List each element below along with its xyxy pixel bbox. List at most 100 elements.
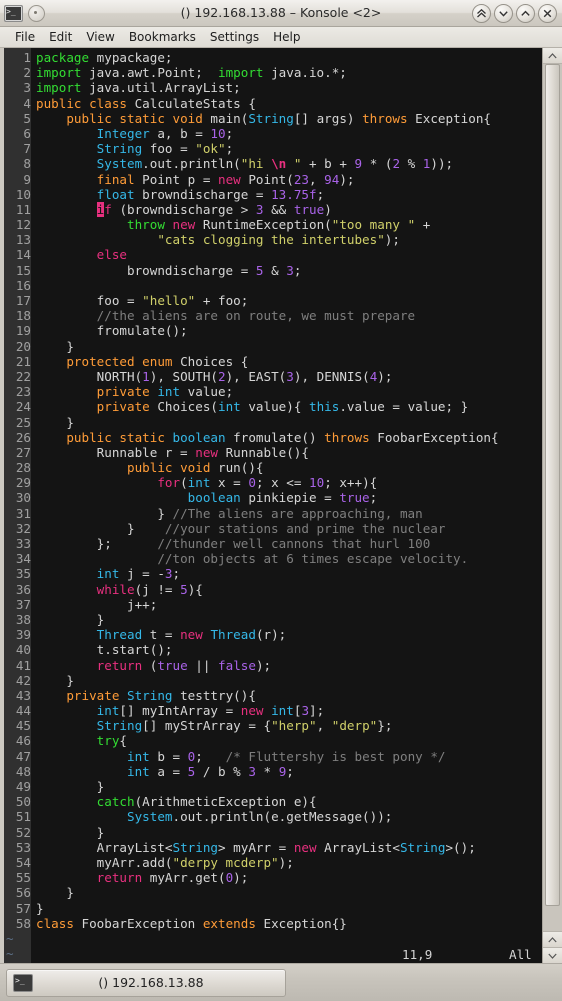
line-source: String foo = "ok"; (31, 141, 234, 156)
window-titlebar[interactable]: () 192.168.13.88 – Konsole <2> (0, 0, 562, 27)
maximize-button[interactable] (516, 3, 535, 23)
line-number: 19 (15, 323, 31, 339)
token: 3 (248, 763, 256, 779)
pin-icon[interactable] (28, 4, 45, 22)
vim-editor[interactable]: 1 package mypackage; 2 import java.awt.Poin… (4, 48, 542, 963)
code-line: 19 fromulate(); (4, 323, 542, 338)
line-source: } (31, 673, 74, 688)
token: catch (96, 794, 135, 810)
line-source: fromulate(); (31, 323, 188, 338)
token: ); (255, 657, 272, 673)
menu-view[interactable]: View (79, 28, 121, 47)
code-line: 30 boolean pinkiepie = true; (4, 490, 542, 505)
empty-buffer-line: ~ (4, 931, 542, 946)
token: ; (172, 566, 181, 582)
line-number: 54 (15, 854, 31, 870)
token: package (36, 50, 90, 65)
token: 2 (218, 368, 226, 384)
line-number: 46 (15, 733, 31, 749)
token: (j != (134, 581, 181, 597)
line-number: 34 (15, 551, 31, 567)
token: private (96, 384, 150, 400)
window-controls (472, 0, 557, 26)
line-number: 35 (15, 566, 31, 582)
code-line: 7 String foo = "ok"; (4, 141, 542, 156)
line-source: throw new RuntimeException("too many " + (31, 217, 430, 232)
token: Thread (210, 627, 256, 643)
line-number: 3 (23, 80, 31, 96)
line-number: 18 (15, 308, 31, 324)
line-source: NORTH(1), SOUTH(2), EAST(3), DENNIS(4); (31, 368, 393, 384)
token: "herp" (271, 718, 317, 734)
scrollbar-track[interactable] (543, 64, 562, 931)
line-source: } (31, 824, 105, 840)
code-line: 22 NORTH(1), SOUTH(2), EAST(3), DENNIS(4… (4, 369, 542, 384)
line-source: private int value; (31, 384, 234, 400)
token: 9 (354, 156, 363, 172)
token: import (36, 65, 82, 81)
token: Choices { (172, 353, 249, 369)
line-number: 7 (23, 141, 31, 157)
line-source: String[] myStrArray = {"herp", "derp"}; (31, 718, 393, 734)
menu-bookmarks[interactable]: Bookmarks (122, 28, 203, 47)
vertical-scrollbar[interactable] (542, 48, 562, 963)
line-number: 28 (15, 460, 31, 476)
menu-file[interactable]: File (8, 28, 42, 47)
line-source: int b = 0; /* Fluttershy is best pony */ (31, 749, 446, 764)
code-line: 26 public static boolean fromulate() thr… (4, 430, 542, 445)
line-source: } (31, 415, 74, 430)
line-source: public static boolean fromulate() throws… (31, 429, 498, 445)
scroll-buttons-bottom (543, 931, 562, 963)
line-number: 44 (15, 703, 31, 719)
line-source: catch(ArithmeticException e){ (31, 794, 317, 809)
token: Exception{ (407, 110, 491, 126)
code-line: 56 } (4, 885, 542, 900)
taskbar-window-button[interactable]: () 192.168.13.88 (6, 968, 286, 997)
token: boolean (172, 429, 226, 445)
token: Point p = (134, 171, 218, 187)
token: final (96, 171, 135, 187)
token: 0 (248, 475, 256, 491)
code-line: 33 }; //thunder well cannons that hurl 1… (4, 536, 542, 551)
code-line: 45 String[] myStrArray = {"herp", "derp"… (4, 718, 542, 733)
line-number: 14 (15, 247, 31, 263)
token: int (96, 566, 120, 582)
menu-help[interactable]: Help (266, 28, 307, 47)
shade-button[interactable] (472, 3, 491, 23)
scrollbar-thumb[interactable] (545, 64, 560, 906)
line-number: 48 (15, 763, 31, 779)
token: } (36, 824, 105, 840)
line-source: import java.awt.Point; import java.io.*; (31, 65, 347, 80)
code-line: 34 //ton objects at 6 times escape veloc… (4, 551, 542, 566)
line-source: int[] myIntArray = new int[3]; (31, 703, 325, 718)
token: myArr.add( (36, 854, 173, 870)
token: pinkiepie = (240, 490, 340, 506)
line-source: protected enum Choices { (31, 354, 248, 369)
scroll-up-button[interactable] (543, 48, 562, 64)
token: ; x <= (255, 475, 310, 491)
line-source: import java.util.ArrayList; (31, 80, 241, 95)
menu-settings[interactable]: Settings (203, 28, 266, 47)
token: Exception{} (255, 915, 347, 931)
token: String (399, 839, 446, 855)
scroll-up-button-2[interactable] (543, 931, 562, 947)
close-button[interactable] (538, 3, 557, 23)
token: extends (202, 915, 256, 931)
token: ArrayList< (316, 839, 400, 855)
token: fromulate() (225, 429, 325, 445)
minimize-button[interactable] (494, 3, 513, 23)
code-line: 49 } (4, 779, 542, 794)
code-line: 42 } (4, 673, 542, 688)
menu-edit[interactable]: Edit (42, 28, 79, 47)
token: 10 (210, 125, 226, 141)
token: } (36, 779, 105, 794)
line-number: 22 (15, 368, 31, 384)
scroll-down-button[interactable] (543, 947, 562, 963)
line-source: } (31, 612, 105, 627)
